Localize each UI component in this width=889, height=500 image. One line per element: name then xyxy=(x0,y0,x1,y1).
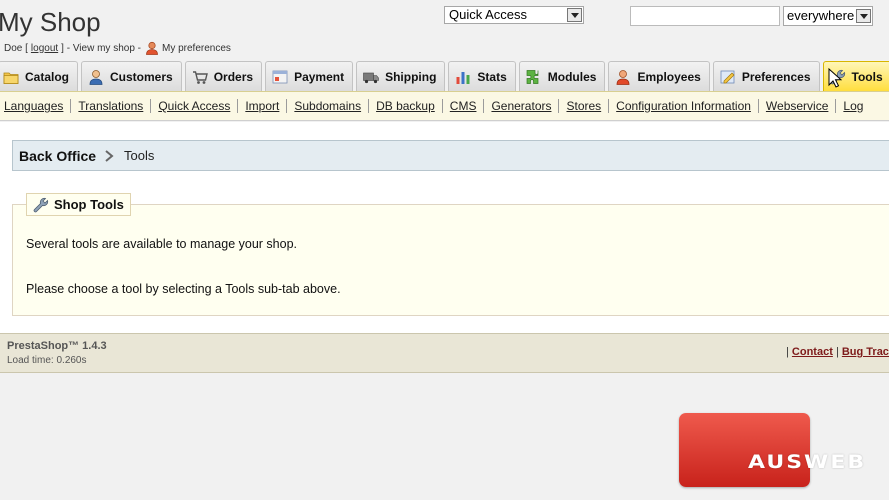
subtab-quick-access[interactable]: Quick Access xyxy=(151,99,239,113)
tab-customers[interactable]: Customers xyxy=(81,61,182,91)
tab-label: Tools xyxy=(851,69,883,84)
shipping-icon xyxy=(363,72,379,83)
chevron-down-icon[interactable] xyxy=(567,8,582,22)
subtab-subdomains[interactable]: Subdomains xyxy=(287,99,370,113)
stats-icon xyxy=(456,71,470,84)
contact-link[interactable]: Contact xyxy=(792,346,833,358)
orders-icon xyxy=(192,70,208,84)
tab-modules[interactable]: Modules xyxy=(518,61,606,91)
footer-separator: | xyxy=(835,346,839,358)
subtab-log[interactable]: Log xyxy=(836,99,870,113)
chevron-down-icon[interactable] xyxy=(856,9,871,23)
tab-orders[interactable]: Orders xyxy=(184,61,263,91)
tab-payment[interactable]: Payment xyxy=(265,61,354,91)
footer-version: PrestaShop™ 1.4.3 xyxy=(7,340,107,352)
tab-label: Stats xyxy=(477,69,507,84)
wrench-icon xyxy=(33,197,49,212)
quick-access-select[interactable]: Quick Access xyxy=(444,6,584,24)
shop-tools-panel: Shop Tools Several tools are available t… xyxy=(12,193,889,316)
tab-shipping[interactable]: Shipping xyxy=(356,61,446,91)
search-input[interactable] xyxy=(630,6,780,26)
payment-icon xyxy=(272,70,288,83)
subtab-generators[interactable]: Generators xyxy=(484,99,560,113)
ausweb-logo-text: AUSWEB xyxy=(748,452,867,474)
mouse-cursor-icon xyxy=(828,68,842,88)
subtab-cms[interactable]: CMS xyxy=(443,99,485,113)
user-prefix: Doe [ xyxy=(4,42,28,54)
catalog-icon xyxy=(3,72,19,84)
user-icon xyxy=(145,41,159,55)
subtab-webservice[interactable]: Webservice xyxy=(759,99,837,113)
subtab-translations[interactable]: Translations xyxy=(71,99,152,113)
tab-label: Payment xyxy=(294,69,345,84)
user-line: Doe [ logout ] - View my shop - My prefe… xyxy=(4,41,231,55)
tab-label: Shipping xyxy=(385,69,437,84)
quick-access-value: Quick Access xyxy=(449,7,528,22)
main-content: Back Office Tools Shop Tools Several too… xyxy=(0,122,889,333)
footer-separator: | xyxy=(786,346,789,358)
tab-stats[interactable]: Stats xyxy=(448,61,516,91)
logout-link[interactable]: logout xyxy=(31,43,58,54)
shop-tools-title: Shop Tools xyxy=(54,197,124,212)
footer-load-time: Load time: 0.260s xyxy=(7,355,87,366)
tab-preferences[interactable]: Preferences xyxy=(712,61,820,91)
tab-employees[interactable]: Employees xyxy=(608,61,710,91)
shop-title: My Shop xyxy=(0,7,101,37)
shop-tools-description-2: Please choose a tool by selecting a Tool… xyxy=(26,282,341,296)
subtab-configuration-information[interactable]: Configuration Information xyxy=(609,99,759,113)
subtab-stores[interactable]: Stores xyxy=(559,99,610,113)
main-tabs: Catalog Customers Orders Payment Shippin… xyxy=(0,61,889,91)
chevron-right-icon xyxy=(105,149,114,162)
tab-label: Customers xyxy=(110,69,173,84)
footer-links: | Contact | Bug Track xyxy=(786,346,889,358)
my-preferences-link[interactable]: My preferences xyxy=(162,43,231,54)
user-suffix: ] - View my shop - xyxy=(61,42,141,54)
bug-tracker-link[interactable]: Bug Track xyxy=(842,346,889,358)
subtab-languages[interactable]: Languages xyxy=(0,99,72,113)
tab-label: Catalog xyxy=(25,69,70,84)
ausweb-logo xyxy=(679,413,810,487)
subtab-import[interactable]: Import xyxy=(238,99,288,113)
search-scope-value: everywhere xyxy=(787,8,855,23)
tab-label: Orders xyxy=(213,69,254,84)
preferences-icon xyxy=(720,70,735,83)
search-scope-select[interactable]: everywhere xyxy=(783,6,873,26)
subtab-bar: Languages Translations Quick Access Impo… xyxy=(0,91,889,121)
employees-icon xyxy=(617,69,630,85)
shop-tools-description-1: Several tools are available to manage yo… xyxy=(26,237,297,251)
tab-catalog[interactable]: Catalog xyxy=(0,61,79,91)
subtab-db-backup[interactable]: DB backup xyxy=(369,99,443,113)
footer: PrestaShop™ 1.4.3 Load time: 0.260s | Co… xyxy=(0,333,889,373)
tab-label: Employees xyxy=(637,69,701,84)
shop-tools-legend: Shop Tools xyxy=(26,193,131,216)
breadcrumb: Back Office Tools xyxy=(12,140,889,171)
tab-label: Modules xyxy=(547,69,597,84)
breadcrumb-current: Tools xyxy=(124,148,155,163)
modules-icon xyxy=(526,69,539,84)
tab-label: Preferences xyxy=(741,69,811,84)
customers-icon xyxy=(89,69,103,85)
breadcrumb-root[interactable]: Back Office xyxy=(19,148,96,164)
